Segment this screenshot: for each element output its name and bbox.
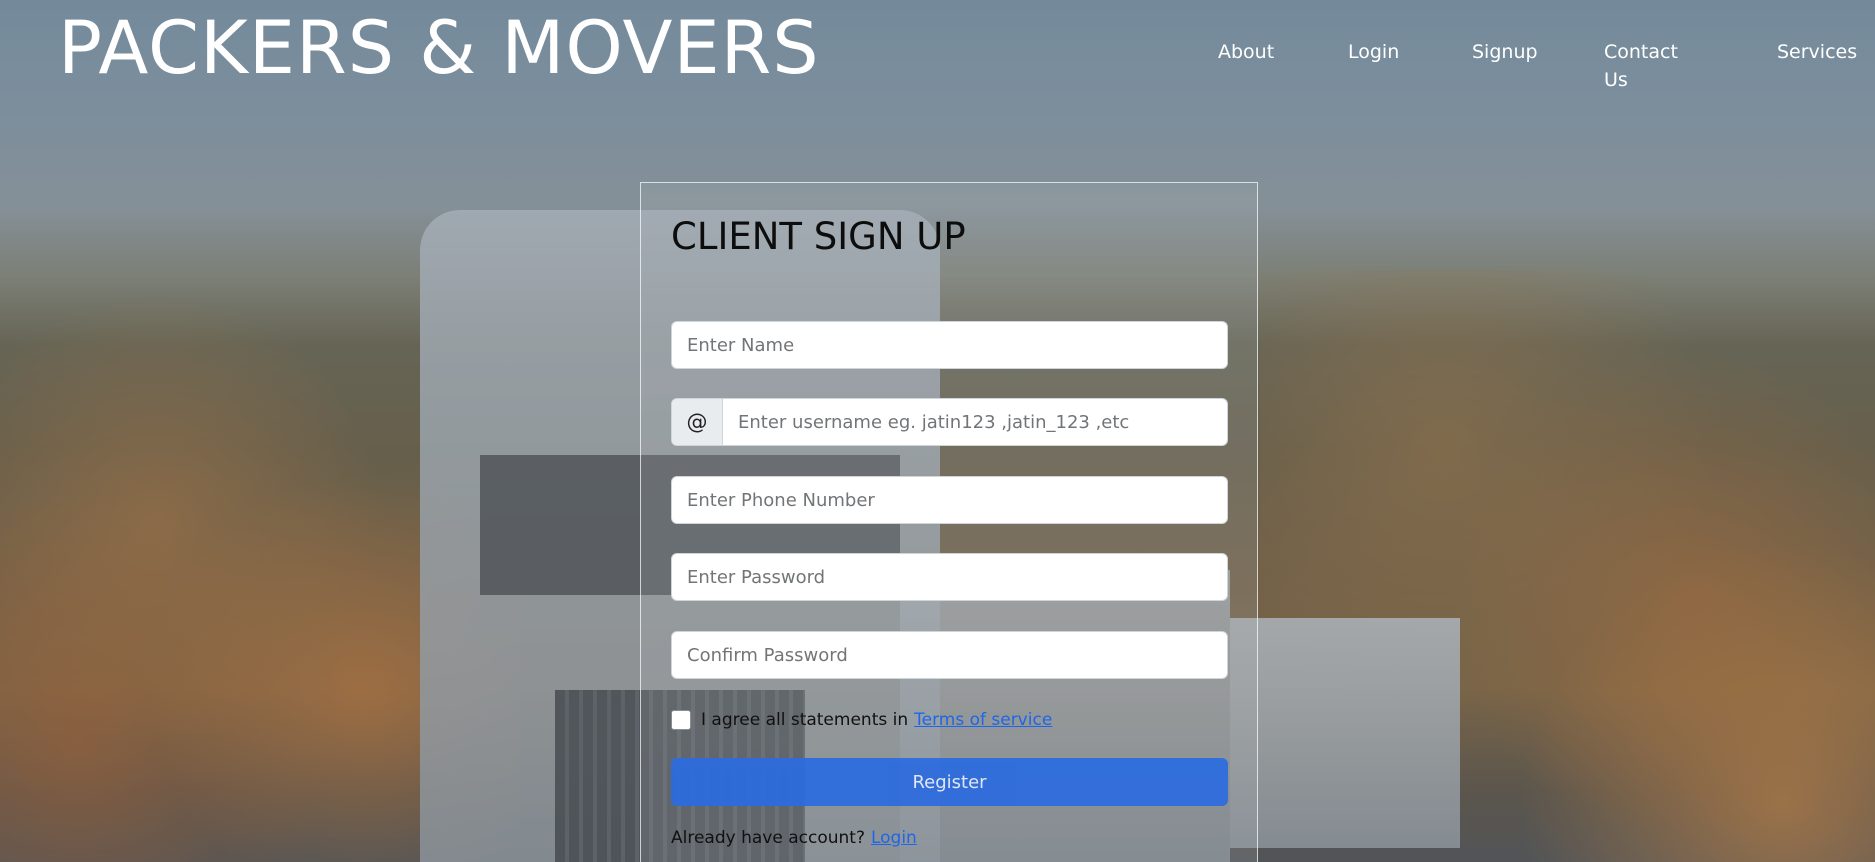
confirm-password-input[interactable] — [672, 632, 1227, 678]
name-input[interactable] — [672, 322, 1227, 368]
username-field[interactable]: @ — [671, 398, 1228, 446]
nav-services[interactable]: Services — [1777, 38, 1857, 66]
phone-field[interactable] — [671, 476, 1228, 524]
terms-of-service-link[interactable]: Terms of service — [914, 710, 1052, 730]
confirm-password-field[interactable] — [671, 631, 1228, 679]
agree-label: I agree all statements in — [701, 710, 909, 730]
phone-input[interactable] — [672, 477, 1227, 523]
nav-signup[interactable]: Signup — [1472, 38, 1538, 66]
already-have-account-text: Already have account? — [671, 828, 865, 848]
login-prompt: Already have account? Login — [671, 828, 917, 848]
signup-title: CLIENT SIGN UP — [671, 215, 966, 258]
nav-login[interactable]: Login — [1348, 38, 1399, 66]
brand-title[interactable]: PACKERS & MOVERS — [58, 4, 820, 94]
password-field[interactable] — [671, 553, 1228, 601]
username-input[interactable] — [723, 399, 1227, 445]
nav-about[interactable]: About — [1218, 38, 1274, 66]
nav-contact-us[interactable]: Contact Us — [1604, 38, 1678, 94]
login-link[interactable]: Login — [871, 828, 917, 848]
register-button[interactable]: Register — [671, 758, 1228, 806]
terms-agreement: I agree all statements in Terms of servi… — [671, 710, 1052, 730]
agree-checkbox[interactable] — [671, 710, 691, 730]
password-input[interactable] — [672, 554, 1227, 600]
name-field[interactable] — [671, 321, 1228, 369]
at-sign-addon: @ — [672, 399, 723, 445]
